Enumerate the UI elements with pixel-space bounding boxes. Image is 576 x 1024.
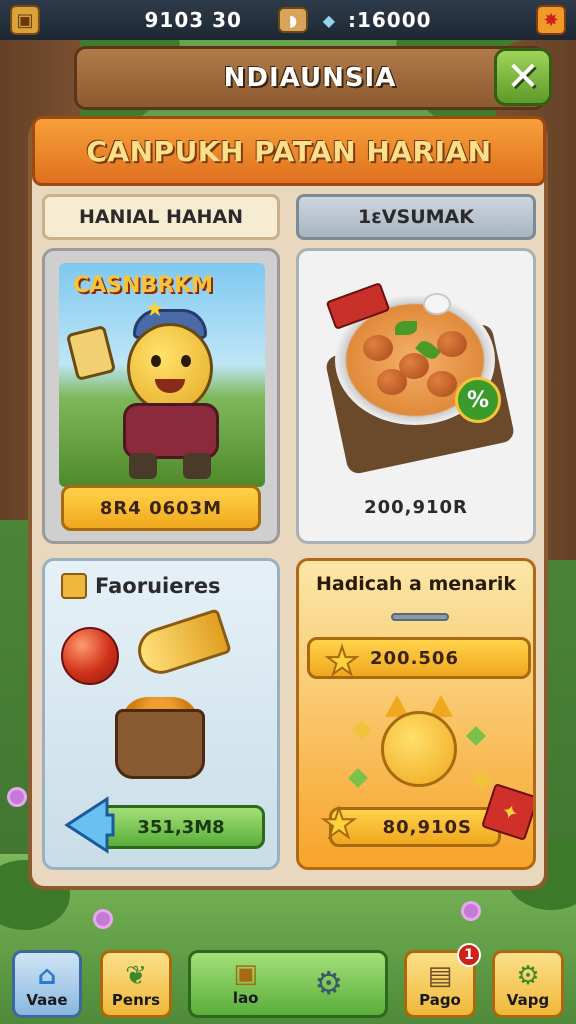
nav-settings-label: Vapg bbox=[506, 991, 550, 1009]
meatball bbox=[427, 371, 457, 397]
hero-leg bbox=[183, 453, 211, 479]
bread-icon[interactable]: ◗ bbox=[277, 7, 308, 33]
discount-badge-icon: % bbox=[455, 377, 501, 423]
gear-icon[interactable]: ⚙ bbox=[314, 967, 343, 999]
hero-torso bbox=[123, 403, 219, 459]
favorites-card[interactable]: Faoruieres 351,3M8 bbox=[42, 558, 280, 870]
hero-leg bbox=[129, 453, 157, 479]
tab-daily[interactable]: HANIAL HAHAN bbox=[42, 194, 280, 240]
resource-counter-1: 9103 30 bbox=[144, 8, 242, 32]
divider-bar bbox=[391, 613, 449, 621]
notification-badge: 1 bbox=[457, 943, 481, 967]
cat-mascot-icon bbox=[381, 711, 457, 787]
box-icon bbox=[61, 573, 87, 599]
star-icon: ★ bbox=[145, 297, 165, 322]
tab-special[interactable]: 1ɛVSUMAK bbox=[296, 194, 536, 240]
tab-special-label: 1ɛVSUMAK bbox=[358, 206, 474, 228]
leaf-icon: ❦ bbox=[125, 961, 147, 991]
treasure-chest-icon: ▣ bbox=[233, 959, 258, 989]
hero-buy-button[interactable]: 8R4 0603M bbox=[61, 485, 261, 531]
hero-logo-text: CASNBRKM bbox=[73, 273, 214, 298]
back-arrow-icon[interactable] bbox=[63, 793, 115, 857]
page-title: NDIAUNSIA bbox=[223, 63, 397, 93]
hero-head bbox=[127, 323, 213, 413]
hero-illustration: CASNBRKM ★ bbox=[59, 263, 265, 487]
golden-horn-icon bbox=[132, 608, 232, 680]
nav-center-label: lao bbox=[232, 989, 259, 1007]
banner-title: CANPUKH PATAN HARIAN bbox=[86, 134, 492, 168]
favorites-title: Faoruieres bbox=[95, 574, 221, 598]
close-button[interactable]: ✕ bbox=[494, 48, 552, 106]
flower-decor bbox=[464, 904, 478, 918]
nav-settings-button[interactable]: ⚙ Vapg bbox=[492, 950, 564, 1018]
flower-decor bbox=[96, 912, 110, 926]
meatball bbox=[377, 369, 407, 395]
nav-penrs-button[interactable]: ❦ Penrs bbox=[100, 950, 172, 1018]
basket-icon bbox=[115, 709, 205, 779]
daily-banner: CANPUKH PATAN HARIAN bbox=[32, 116, 546, 186]
nav-pago-button[interactable]: ▤ Pago 1 bbox=[404, 943, 481, 1018]
favorites-claim-label: 351,3M8 bbox=[137, 816, 225, 838]
red-orb-icon bbox=[61, 627, 119, 685]
gear-icon: ⚙ bbox=[516, 961, 540, 991]
nav-home-button[interactable]: ⌂ Vaae bbox=[12, 950, 82, 1018]
food-price: 200,910R bbox=[364, 497, 468, 518]
nav-penrs-label: Penrs bbox=[111, 991, 161, 1009]
meatball bbox=[363, 335, 393, 361]
meatball bbox=[437, 331, 467, 357]
flower-decor bbox=[10, 790, 24, 804]
backpack-icon: ▤ bbox=[427, 961, 453, 991]
flag-icon bbox=[65, 324, 117, 382]
chest-icon[interactable]: ▣ bbox=[10, 5, 40, 35]
sparkle-icon bbox=[348, 768, 368, 788]
close-icon: ✕ bbox=[506, 54, 540, 100]
hero-eye bbox=[181, 355, 191, 367]
sparkle-icon bbox=[352, 720, 372, 740]
rewards-card[interactable]: Hadicah a menarik 200.506 ★ 80,910S ★ ✦ bbox=[296, 558, 536, 870]
nav-center-group: ▣ lao bbox=[233, 961, 259, 1007]
bottom-navigation: ⌂ Vaae ❦ Penrs ▣ lao ⚙ ▤ Pago 1 ⚙ Vapg bbox=[0, 940, 576, 1024]
tab-daily-label: HANIAL HAHAN bbox=[78, 206, 244, 228]
leaf-garnish bbox=[395, 321, 417, 335]
resource-counter-2: :16000 bbox=[347, 8, 432, 32]
nav-center-button[interactable]: ▣ lao ⚙ bbox=[188, 950, 388, 1018]
spoon-icon bbox=[423, 293, 451, 315]
title-plank: NDIAUNSIA bbox=[74, 46, 546, 110]
hero-buy-label: 8R4 0603M bbox=[99, 497, 223, 519]
reward-value-2: 80,910S bbox=[382, 816, 472, 838]
sparkle-icon bbox=[472, 770, 492, 790]
star-icon: ★ bbox=[320, 800, 358, 848]
top-resource-bar: ▣ 9103 30 ◗ ◆ :16000 ✸ bbox=[0, 0, 576, 40]
nav-home-label: Vaae bbox=[26, 991, 68, 1009]
star-icon: ★ bbox=[324, 638, 360, 684]
star-badge-icon[interactable]: ✸ bbox=[536, 5, 567, 35]
rewards-title: Hadicah a menarik bbox=[315, 573, 517, 595]
reward-value-1: 200.506 bbox=[370, 647, 459, 669]
nav-pago-label: Pago bbox=[419, 991, 461, 1009]
hero-eye bbox=[151, 355, 161, 367]
sparkle-icon bbox=[466, 726, 486, 746]
favorites-header: Faoruieres bbox=[61, 573, 221, 599]
hero-offer-card[interactable]: CASNBRKM ★ 8R4 0603M bbox=[42, 248, 280, 544]
house-icon: ⌂ bbox=[37, 961, 57, 991]
favorites-claim-button[interactable]: 351,3M8 bbox=[97, 805, 265, 849]
crystal-icon[interactable]: ◆ bbox=[314, 7, 344, 33]
food-offer-card[interactable]: % 200,910R bbox=[296, 248, 536, 544]
